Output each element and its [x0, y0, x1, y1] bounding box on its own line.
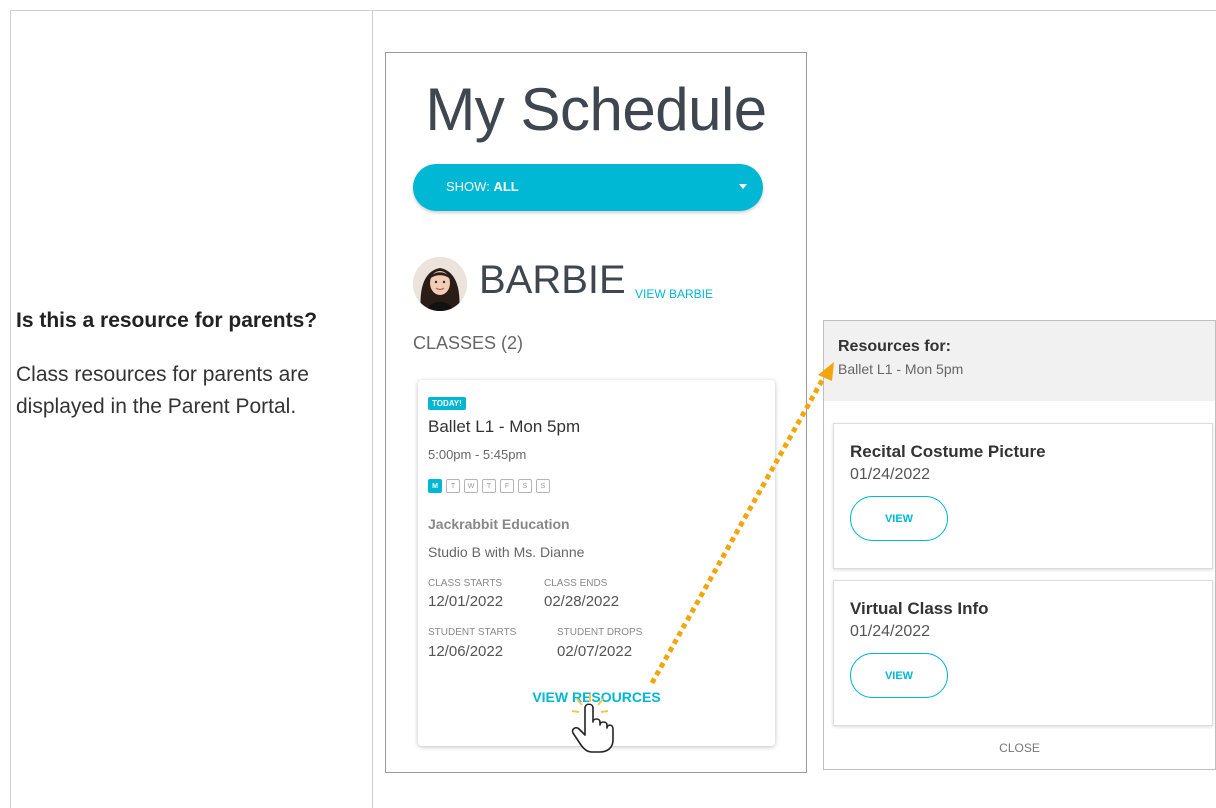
day-friday: F [500, 479, 514, 493]
student-starts-label: STUDENT STARTS [428, 627, 517, 638]
class-time: 5:00pm - 5:45pm [428, 447, 527, 462]
view-resource-button[interactable]: VIEW [850, 653, 948, 698]
resource-item: Virtual Class Info 01/24/2022 VIEW [833, 580, 1213, 726]
caret-down-icon [739, 184, 747, 189]
resource-title: Recital Costume Picture [850, 442, 1046, 461]
day-saturday: S [518, 479, 532, 493]
close-button[interactable]: CLOSE [824, 741, 1215, 755]
day-tuesday: T [446, 479, 460, 493]
faq-cell: Is this a resource for parents? Class re… [16, 305, 361, 423]
view-student-link[interactable]: VIEW BARBIE [635, 287, 713, 301]
faq-answer: Class resources for parents are displaye… [16, 363, 309, 418]
student-avatar [413, 257, 467, 311]
view-resources-link[interactable]: VIEW RESOURCES [418, 689, 775, 705]
today-badge: TODAY! [428, 397, 466, 410]
resources-modal: Resources for: Ballet L1 - Mon 5pm Recit… [823, 320, 1216, 770]
class-starts-value: 12/01/2022 [428, 593, 504, 610]
classes-count-label: CLASSES (2) [413, 333, 524, 353]
page-title: My Schedule [425, 76, 767, 143]
student-drops-label: STUDENT DROPS [557, 627, 643, 638]
class-ends-value: 02/28/2022 [544, 593, 620, 610]
show-filter-label: SHOW: ALL [446, 179, 519, 194]
class-name: Ballet L1 - Mon 5pm [428, 417, 581, 436]
class-starts-label: CLASS STARTS [428, 578, 503, 589]
organization-name: Jackrabbit Education [428, 516, 570, 532]
faq-question: Is this a resource for parents? [16, 309, 318, 332]
class-ends-label: CLASS ENDS [544, 578, 608, 589]
student-starts-value: 12/06/2022 [428, 643, 504, 660]
table-column-divider [372, 10, 373, 808]
resources-header: Resources for: Ballet L1 - Mon 5pm [824, 321, 1215, 401]
class-card: TODAY! Ballet L1 - Mon 5pm 5:00pm - 5:45… [418, 380, 775, 746]
student-drops-value: 02/07/2022 [557, 643, 633, 660]
day-monday: M [428, 479, 442, 493]
show-filter-dropdown[interactable]: SHOW: ALL [413, 164, 763, 211]
table-border-top [10, 10, 1216, 11]
resources-class-name: Ballet L1 - Mon 5pm [838, 361, 964, 377]
schedule-screen: My Schedule SHOW: ALL BARBIE VIEW BARBIE… [385, 52, 807, 773]
room-instructor: Studio B with Ms. Dianne [428, 544, 585, 560]
day-wednesday: W [464, 479, 478, 493]
resources-heading: Resources for: [838, 338, 951, 355]
view-resource-button[interactable]: VIEW [850, 496, 948, 541]
resource-date: 01/24/2022 [850, 623, 931, 640]
table-border-left [10, 10, 11, 808]
resource-date: 01/24/2022 [850, 466, 931, 483]
class-days: M T W T F S S [428, 479, 550, 493]
resource-item: Recital Costume Picture 01/24/2022 VIEW [833, 423, 1213, 569]
student-name: BARBIE [479, 258, 626, 302]
day-sunday: S [536, 479, 550, 493]
day-thursday: T [482, 479, 496, 493]
resource-title: Virtual Class Info [850, 599, 989, 618]
